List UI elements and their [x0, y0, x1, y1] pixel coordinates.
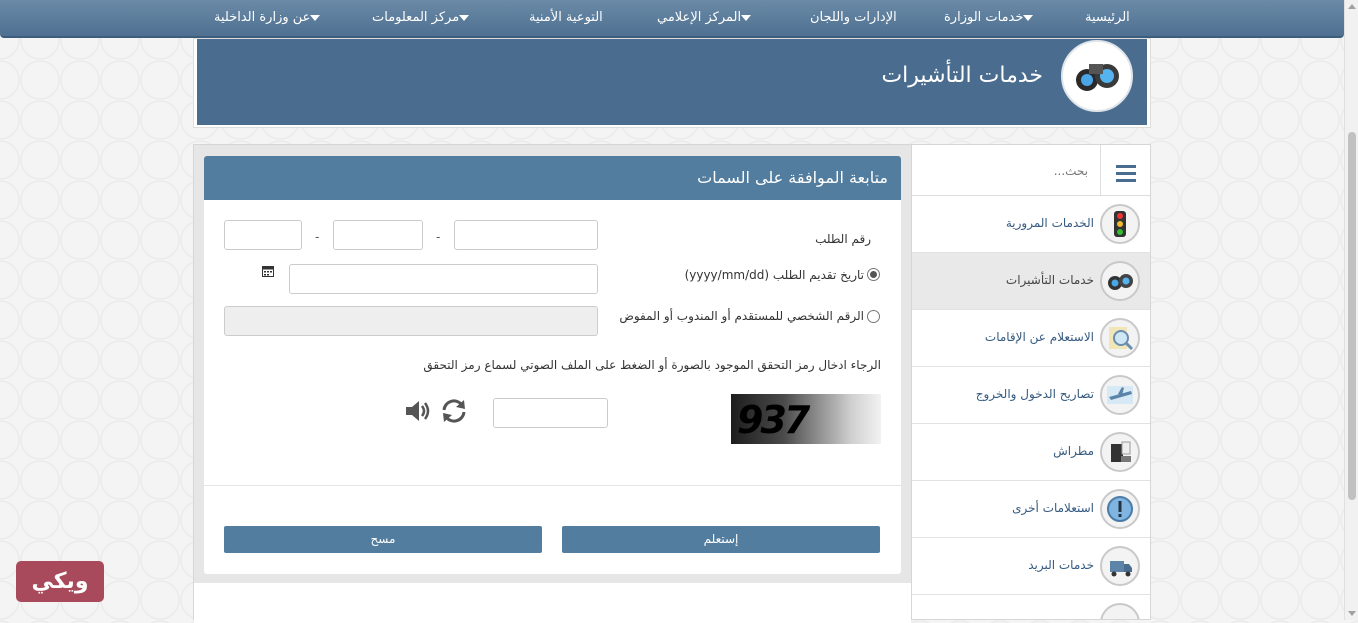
nav-security-awareness[interactable]: التوعية الأمنية: [529, 10, 603, 25]
submit-button[interactable]: إستعلم: [562, 526, 880, 553]
id-option-label: الرقم الشخصي للمستقدم أو المندوب أو المف…: [619, 309, 864, 323]
content-footer-area: [194, 583, 911, 623]
page-scrollbar[interactable]: [1344, 0, 1358, 620]
application-date-input[interactable]: [289, 264, 598, 294]
fax-machine-icon: [1100, 432, 1140, 472]
chevron-down-icon: [1023, 14, 1034, 21]
top-navigation: الرئيسية خدمات الوزارة الإدارات واللجان …: [0, 0, 1344, 38]
chevron-down-icon: [459, 14, 470, 21]
request-number-part2[interactable]: [333, 220, 423, 250]
sidebar-item-residency[interactable]: الاستعلام عن الإقامات: [912, 310, 1150, 367]
partial-icon: [1100, 603, 1140, 619]
request-number-part3[interactable]: [224, 220, 302, 250]
separator: -: [315, 230, 320, 244]
hamburger-menu-icon[interactable]: [1100, 145, 1150, 196]
sidebar-item-traffic[interactable]: الخدمات المرورية: [912, 196, 1150, 253]
sidebar-item-label: الاستعلام عن الإقامات: [984, 330, 1094, 344]
sidebar-item-label: خدمات التأشيرات: [1005, 273, 1094, 287]
form-card: متابعة الموافقة على السمات رقم الطلب - -…: [204, 156, 901, 574]
nav-ministry-services[interactable]: خدمات الوزارة: [944, 10, 1039, 25]
form-title: متابعة الموافقة على السمات: [697, 168, 888, 187]
sidebar-item-entry-exit[interactable]: تصاريح الدخول والخروج: [912, 367, 1150, 424]
sidebar: الخدمات المرورية خدمات التأشيرات الاستعل…: [911, 144, 1151, 620]
binoculars-icon: [1061, 40, 1133, 112]
captcha-code: 937: [737, 398, 810, 442]
date-option-radio[interactable]: [867, 268, 880, 281]
captcha-instruction: الرجاء ادخال رمز التحقق الموجود بالصورة …: [423, 358, 881, 372]
chevron-down-icon: [741, 14, 752, 21]
request-number-part1[interactable]: [454, 220, 598, 250]
sidebar-item-label: مطراش: [1053, 444, 1094, 458]
personal-id-input[interactable]: [224, 306, 598, 336]
main-panel: متابعة الموافقة على السمات رقم الطلب - -…: [193, 144, 912, 623]
sidebar-item-visas[interactable]: خدمات التأشيرات: [912, 253, 1150, 310]
sidebar-item-label: تصاريح الدخول والخروج: [975, 387, 1094, 401]
audio-speaker-icon[interactable]: [404, 398, 432, 427]
form-header: متابعة الموافقة على السمات: [204, 156, 901, 200]
nav-about-ministry[interactable]: عن وزارة الداخلية: [214, 10, 326, 25]
sidebar-item-matrash[interactable]: مطراش: [912, 424, 1150, 481]
scrollbar-thumb[interactable]: [1348, 132, 1356, 500]
sidebar-search: [912, 145, 1150, 196]
chevron-down-icon: [310, 14, 321, 21]
scroll-down-arrow-icon[interactable]: [1348, 611, 1356, 616]
delivery-truck-icon: [1100, 546, 1140, 586]
sidebar-item-other-inquiries[interactable]: استعلامات أخرى: [912, 481, 1150, 538]
airplane-icon: [1100, 375, 1140, 415]
nav-home[interactable]: الرئيسية: [1085, 10, 1130, 25]
date-option-label: تاريخ تقديم الطلب (yyyy/mm/dd): [684, 268, 864, 282]
calendar-icon[interactable]: [262, 265, 274, 280]
magnifier-icon: [1100, 318, 1140, 358]
id-option-radio[interactable]: [867, 310, 880, 323]
binoculars-icon: [1100, 261, 1140, 301]
banner-background: خدمات التأشيرات: [197, 39, 1147, 125]
separator: -: [436, 230, 441, 244]
captcha-image: 937: [731, 394, 881, 444]
nav-media-center[interactable]: المركز الإعلامي: [657, 10, 757, 25]
sidebar-item-label: خدمات البريد: [1028, 558, 1094, 572]
divider: [204, 485, 901, 486]
page-title: خدمات التأشيرات: [881, 63, 1043, 88]
sidebar-item-label: استعلامات أخرى: [1012, 501, 1094, 515]
sidebar-item-more[interactable]: [912, 595, 1150, 619]
scroll-up-arrow-icon[interactable]: [1348, 4, 1356, 9]
exclamation-icon: [1100, 489, 1140, 529]
refresh-icon[interactable]: [440, 398, 468, 427]
sidebar-item-postal[interactable]: خدمات البريد: [912, 538, 1150, 595]
watermark-logo: ويكي: [16, 561, 104, 602]
page-banner: خدمات التأشيرات: [193, 38, 1151, 128]
clear-button[interactable]: مسح: [224, 526, 542, 553]
sidebar-item-label: الخدمات المرورية: [1005, 216, 1094, 230]
request-number-label: رقم الطلب: [815, 232, 871, 246]
nav-departments[interactable]: الإدارات واللجان: [810, 10, 897, 25]
captcha-input[interactable]: [493, 398, 608, 428]
traffic-light-icon: [1100, 204, 1140, 244]
nav-info-center[interactable]: مركز المعلومات: [372, 10, 475, 25]
sidebar-search-input[interactable]: [920, 158, 1090, 184]
